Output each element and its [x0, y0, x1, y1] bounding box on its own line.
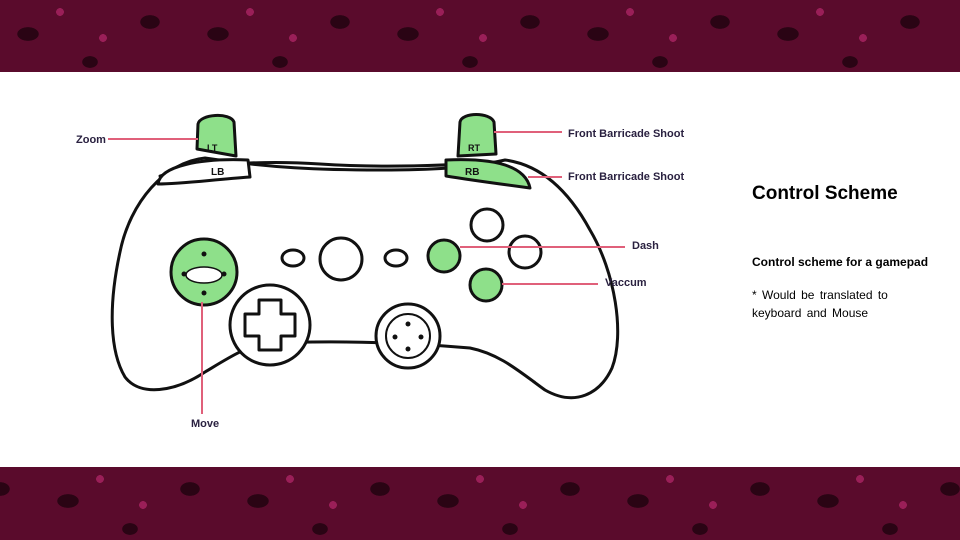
guide-button: [318, 236, 364, 282]
background-band-bottom: [0, 467, 960, 540]
front-barricade-shoot-rt-label: Front Barricade Shoot: [568, 128, 685, 140]
rt-text: RT: [468, 143, 480, 153]
left-stick-cap: [185, 266, 223, 284]
dash-label: Dash: [632, 240, 659, 252]
start-button: [383, 248, 409, 268]
dash-button: [426, 238, 462, 274]
gamepad-diagram: LT RT LB RB: [108, 113, 625, 414]
vaccum-label: Vaccum: [605, 277, 647, 289]
move-label: Move: [191, 418, 220, 430]
slide-content: LT RT LB RB Zoom Front Barricade Shoot F…: [0, 72, 960, 467]
lb-text: LB: [211, 167, 224, 178]
lt-text: LT: [207, 143, 218, 153]
front-barricade-shoot-rb-label: Front Barricade Shoot: [568, 171, 685, 183]
lb-bumper: [156, 158, 252, 186]
vaccum-button: [468, 267, 504, 303]
slide-subtitle: Control scheme for a gamepad: [752, 255, 929, 269]
rb-text: RB: [465, 167, 479, 178]
face-button-top: [469, 207, 505, 243]
zoom-label: Zoom: [76, 134, 106, 146]
slide-title: Control Scheme: [752, 183, 898, 204]
face-button-right: [507, 234, 543, 270]
background-band-top: [0, 0, 960, 72]
back-button: [280, 248, 306, 268]
slide-note: * Would be translated to keyboard and Mo…: [752, 288, 888, 320]
